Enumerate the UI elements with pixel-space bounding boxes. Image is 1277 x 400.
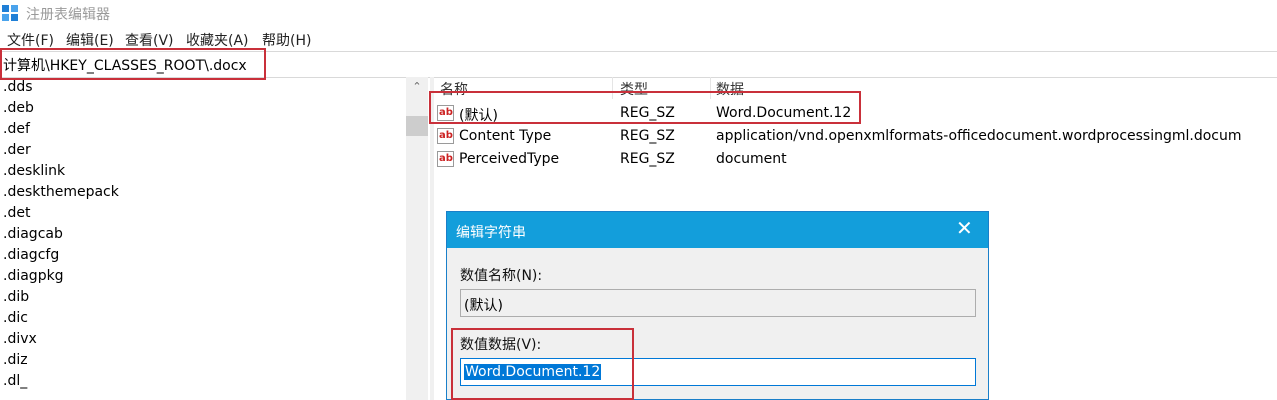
tree-item[interactable]: .dib (3, 289, 29, 305)
key-tree: .dds .deb .def .der .desklink .desktheme… (0, 77, 408, 400)
scroll-up-icon[interactable]: ⌃ (410, 81, 424, 93)
menu-help[interactable]: 帮助(H) (262, 30, 311, 50)
tree-item[interactable]: .der (3, 142, 31, 158)
value-data: document (716, 151, 787, 167)
tree-item[interactable]: .det (3, 205, 30, 221)
menu-bar: 文件(F) 编辑(E) 查看(V) 收藏夹(A) 帮助(H) (0, 27, 1277, 49)
tree-item[interactable]: .desklink (3, 163, 65, 179)
dialog-title-bar[interactable]: 编辑字符串 ✕ (447, 212, 988, 248)
value-row[interactable]: ab Content Type REG_SZ application/vnd.o… (434, 126, 1277, 148)
window-title: 注册表编辑器 (26, 7, 110, 23)
tree-item[interactable]: .diagcab (3, 226, 63, 242)
string-value-icon: ab (437, 151, 454, 167)
menu-favorites[interactable]: 收藏夹(A) (186, 30, 249, 50)
tree-item[interactable]: .diz (3, 352, 28, 368)
value-name: PerceivedType (459, 151, 560, 167)
value-name-label: 数值名称(N): (460, 268, 543, 284)
tree-item[interactable]: .divx (3, 331, 37, 347)
default-row-highlight-box (429, 91, 861, 124)
menu-edit[interactable]: 编辑(E) (66, 30, 114, 50)
tree-item[interactable]: .deskthemepack (3, 184, 119, 200)
tree-item[interactable]: .diagpkg (3, 268, 64, 284)
string-value-icon: ab (437, 128, 454, 144)
value-type: REG_SZ (620, 151, 675, 167)
tree-item[interactable]: .dds (3, 79, 33, 95)
value-data: application/vnd.openxmlformats-officedoc… (716, 128, 1242, 144)
tree-item[interactable]: .dl_ (3, 373, 27, 389)
registry-editor-icon (2, 5, 19, 22)
value-data-highlight-box (451, 328, 634, 400)
value-name: Content Type (459, 128, 552, 144)
tree-item[interactable]: .diagcfg (3, 247, 59, 263)
menu-file[interactable]: 文件(F) (7, 30, 54, 50)
tree-item[interactable]: .def (3, 121, 30, 137)
tree-item[interactable]: .dic (3, 310, 28, 326)
menu-view[interactable]: 查看(V) (125, 30, 174, 50)
tree-item[interactable]: .deb (3, 100, 34, 116)
scroll-thumb[interactable] (406, 116, 428, 136)
value-row[interactable]: ab PerceivedType REG_SZ document (434, 149, 1277, 171)
title-bar: 注册表编辑器 (0, 0, 1277, 26)
close-icon[interactable]: ✕ (956, 218, 973, 238)
value-type: REG_SZ (620, 128, 675, 144)
dialog-title: 编辑字符串 (456, 225, 526, 241)
value-name-field: (默认) (460, 289, 976, 317)
address-highlight-box (0, 48, 266, 80)
tree-scrollbar[interactable]: ⌃ (406, 77, 428, 400)
value-name-text: (默认) (464, 298, 503, 314)
